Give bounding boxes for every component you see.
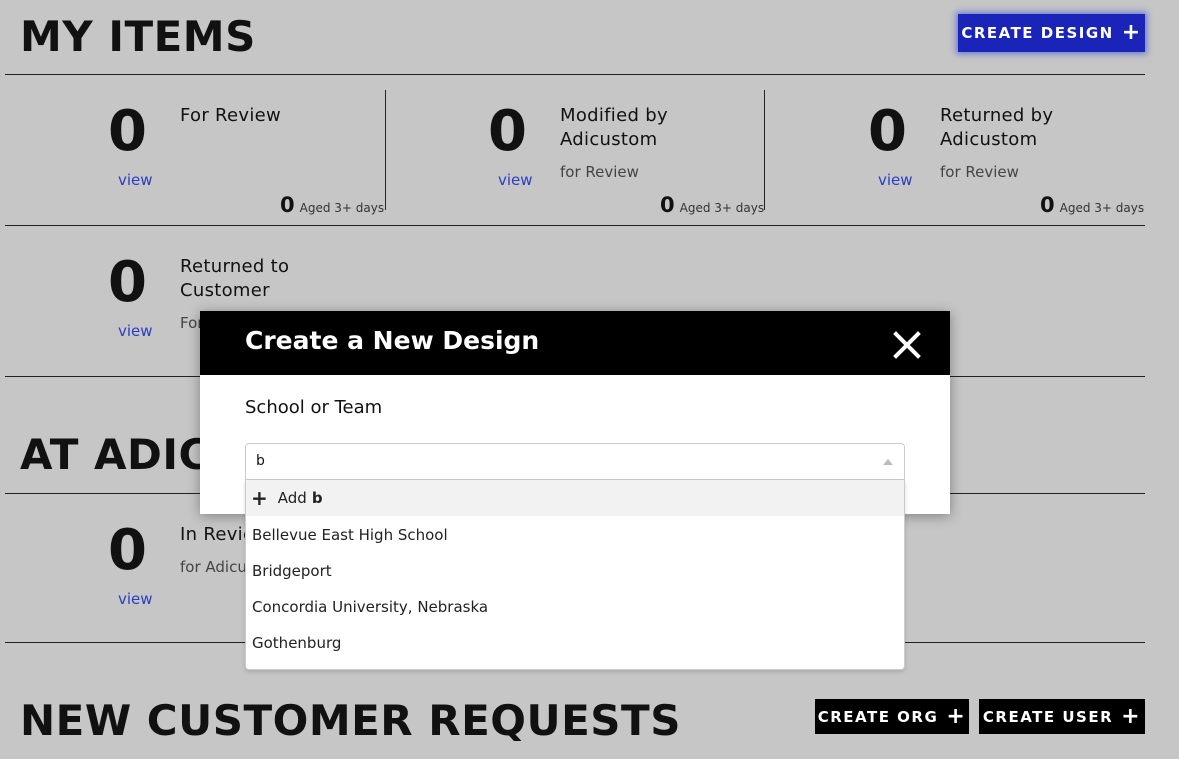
close-icon[interactable] [890,328,924,362]
card-subtitle: for Adicus [180,558,255,576]
divider [764,90,765,210]
card-title-line2: Adicustom [560,129,658,150]
divider [385,90,386,210]
add-new-option[interactable]: + Add b [246,480,904,516]
school-team-select[interactable] [245,443,905,480]
modal-header: Create a New Design [200,311,950,375]
school-or-team-label: School or Team [245,397,383,418]
aged-counter: 0 Aged 3+ days [1040,193,1145,217]
add-prefix: Add [277,489,307,507]
plus-icon: + [1121,703,1142,729]
aged-count: 0 [1040,193,1055,217]
view-link[interactable]: view [498,171,533,189]
card-title-line1: Modified by [560,105,668,126]
my-items-heading: MY ITEMS [20,12,256,61]
card-count: 0 [108,518,147,583]
dropdown-option[interactable]: Concordia University, Nebraska [246,589,904,625]
card-count: 0 [108,250,147,315]
dropdown-option[interactable]: Gothenburg [246,625,904,661]
dropdown-option[interactable]: Bellevue East High School [246,517,904,553]
aged-count: 0 [280,193,295,217]
plus-icon: + [251,486,268,510]
create-org-label: CREATE ORG [817,707,939,726]
divider [5,74,1145,75]
modal-title: Create a New Design [245,326,540,355]
dropdown-option[interactable]: Bridgeport [246,553,904,589]
aged-counter: 0 Aged 3+ days [280,193,385,217]
view-link[interactable]: view [878,171,913,189]
aged-label: Aged 3+ days [1059,201,1145,215]
create-design-label: CREATE DESIGN [961,24,1114,42]
divider [5,225,1145,226]
new-customer-requests-heading: NEW CUSTOMER REQUESTS [20,696,681,745]
card-count: 0 [108,99,147,164]
card-title: For Review [180,105,282,126]
card-title-line1: Returned by [940,105,1054,126]
school-team-search-input[interactable] [256,453,856,469]
view-link[interactable]: view [118,590,153,608]
create-org-button[interactable]: CREATE ORG + [815,699,969,734]
create-design-button[interactable]: CREATE DESIGN + [958,14,1145,52]
card-title-line2: Adicustom [940,129,1038,150]
school-team-dropdown: + Add b Bellevue East High School Bridge… [245,480,905,670]
plus-icon: + [1121,20,1142,45]
card-title-line1: Returned to [180,256,290,277]
card-count: 0 [488,99,527,164]
create-user-label: CREATE USER [982,707,1114,726]
create-user-button[interactable]: CREATE USER + [979,699,1145,734]
view-link[interactable]: view [118,171,153,189]
caret-up-icon[interactable] [883,459,893,465]
card-subtitle: for Review [940,163,1019,181]
card-title: In Revie [180,524,255,545]
card-title-line2: Customer [180,280,270,301]
aged-counter: 0 Aged 3+ days [660,193,765,217]
aged-count: 0 [660,193,675,217]
view-link[interactable]: view [118,322,153,340]
card-subtitle: for Review [560,163,639,181]
add-term: b [311,489,323,507]
card-count: 0 [868,99,907,164]
plus-icon: + [946,703,967,729]
aged-label: Aged 3+ days [299,201,385,215]
aged-label: Aged 3+ days [679,201,765,215]
